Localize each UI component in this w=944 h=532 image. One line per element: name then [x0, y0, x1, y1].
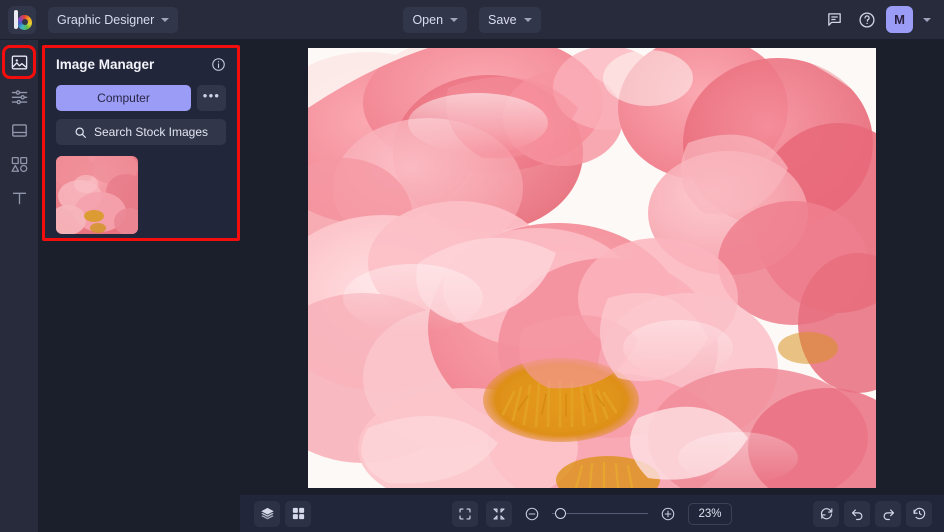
- chevron-down-icon: [450, 17, 459, 22]
- comment-icon: [827, 13, 841, 26]
- collapse-view-button[interactable]: [486, 500, 512, 527]
- open-label: Open: [412, 12, 444, 27]
- image-icon: [11, 54, 27, 70]
- top-bar: Graphic Designer Open Save M: [0, 0, 944, 40]
- sidebar-item-graphics[interactable]: [5, 150, 33, 178]
- shapes-icon: [11, 156, 27, 172]
- collapse-arrows-icon: [493, 507, 505, 520]
- feedback-button[interactable]: [820, 6, 848, 34]
- panel-title: Image Manager: [56, 57, 155, 72]
- bottom-bar-left: [254, 500, 311, 527]
- sidebar-item-image-manager[interactable]: [2, 45, 36, 79]
- open-button[interactable]: Open: [403, 6, 468, 33]
- peonies-thumbnail[interactable]: [56, 156, 138, 234]
- sliders-icon: [11, 89, 27, 104]
- zoom-in-circle-icon: [661, 507, 675, 520]
- chevron-down-icon: [923, 17, 931, 22]
- bottom-bar: 23%: [240, 495, 944, 532]
- pink-peonies-photo: [308, 48, 876, 488]
- help-button[interactable]: [853, 6, 881, 34]
- grid-icon: [292, 507, 304, 520]
- reset-button[interactable]: [813, 500, 839, 527]
- account-menu-button[interactable]: [918, 6, 936, 34]
- save-label: Save: [488, 12, 517, 27]
- history-clock-icon: [913, 507, 925, 520]
- image-manager-panel: Image Manager Computer ••• Search Stock …: [42, 45, 240, 241]
- bottom-bar-right: [813, 500, 932, 527]
- history-button[interactable]: [906, 500, 932, 527]
- tool-rail: [0, 40, 38, 532]
- fit-to-screen-button[interactable]: [452, 500, 478, 527]
- layers-button[interactable]: [254, 500, 280, 527]
- search-icon: [75, 127, 86, 138]
- help-circle-icon: [859, 11, 875, 28]
- reset-rotate-icon: [820, 508, 832, 520]
- search-stock-label: Search Stock Images: [93, 125, 209, 139]
- more-sources-button[interactable]: •••: [197, 85, 226, 111]
- canvas-area[interactable]: [240, 40, 944, 495]
- undo-arrow-icon: [851, 509, 862, 521]
- fit-to-screen-icon: [459, 507, 471, 520]
- avatar[interactable]: M: [886, 6, 913, 33]
- sidebar-item-text[interactable]: [5, 184, 33, 212]
- zoom-slider-track: [552, 512, 648, 514]
- grid-button[interactable]: [285, 500, 311, 527]
- text-t-icon: [12, 192, 26, 204]
- chevron-down-icon: [523, 17, 532, 22]
- sidebar-item-frames[interactable]: [5, 116, 33, 144]
- source-buttons-row: Computer •••: [56, 85, 226, 111]
- info-circle-icon: [212, 58, 225, 71]
- sidebar-item-edit[interactable]: [5, 82, 33, 110]
- thumbnail-image: [56, 156, 138, 234]
- redo-arrow-icon: [883, 509, 894, 521]
- frame-icon: [11, 123, 27, 137]
- zoom-in-button[interactable]: [656, 502, 680, 526]
- app-root: Graphic Designer Open Save M Image Manag…: [0, 0, 944, 532]
- redo-button[interactable]: [875, 500, 901, 527]
- zoom-out-button[interactable]: [520, 502, 544, 526]
- zoom-level-display[interactable]: 23%: [688, 502, 732, 525]
- zoom-out-circle-icon: [525, 507, 539, 520]
- panel-info-button[interactable]: [211, 57, 226, 72]
- top-bar-right: M: [820, 6, 936, 34]
- artboard[interactable]: [308, 48, 876, 488]
- zoom-slider-handle[interactable]: [555, 508, 567, 519]
- top-center-actions: Open Save: [0, 6, 944, 33]
- panel-header: Image Manager: [56, 57, 226, 72]
- undo-button[interactable]: [844, 500, 870, 527]
- search-stock-images-button[interactable]: Search Stock Images: [56, 119, 226, 145]
- zoom-slider[interactable]: [552, 505, 648, 523]
- save-button[interactable]: Save: [479, 6, 541, 33]
- layers-icon: [260, 507, 274, 520]
- computer-upload-button[interactable]: Computer: [56, 85, 191, 111]
